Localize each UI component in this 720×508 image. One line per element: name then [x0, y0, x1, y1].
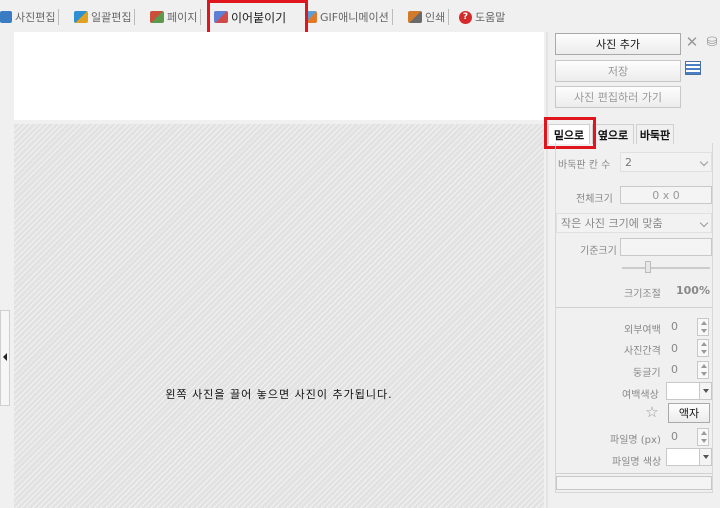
- chevron-down-icon: [699, 157, 709, 167]
- photo-gap-label: 사진간격: [624, 346, 661, 357]
- print-icon: [408, 11, 422, 23]
- fit-option-value: 작은 사진 크기에 맞춤: [561, 217, 663, 230]
- drop-canvas[interactable]: 왼쪽 사진을 끌어 놓으면 사진이 추가됩니다.: [14, 124, 544, 508]
- dropdown-arrow-icon: [699, 449, 711, 465]
- tab-label: 인쇄: [425, 11, 446, 24]
- outer-margin-value[interactable]: 0: [671, 320, 678, 333]
- tab-label: 페이지: [167, 11, 198, 24]
- dropdown-arrow-icon: [699, 383, 711, 399]
- tab-help[interactable]: ? 도움말: [459, 6, 505, 28]
- add-photo-button[interactable]: 사진 추가: [555, 33, 681, 55]
- status-field: [556, 476, 712, 490]
- help-icon: ?: [459, 10, 472, 24]
- scale-label: 크기조절: [624, 289, 661, 300]
- grid-cols-label: 바둑판 칸 수: [558, 160, 611, 171]
- page-icon: [150, 11, 164, 23]
- filename-px-label: 파일명 (px): [610, 435, 661, 446]
- tab-print[interactable]: 인쇄: [408, 6, 450, 28]
- trash-icon[interactable]: ⛁: [704, 33, 720, 51]
- x-icon[interactable]: ✕: [684, 33, 700, 51]
- grid-cols-select[interactable]: 2: [620, 152, 712, 172]
- chevron-down-icon: [699, 218, 709, 228]
- round-stepper[interactable]: [697, 361, 709, 379]
- save-button[interactable]: 저장: [555, 60, 681, 82]
- batch-edit-icon: [74, 11, 88, 23]
- photo-gap-stepper[interactable]: [697, 339, 709, 357]
- margin-color-picker[interactable]: [666, 382, 712, 400]
- go-edit-button[interactable]: 사진 편집하러 가기: [555, 86, 681, 108]
- total-size-label: 전체크기: [576, 194, 613, 205]
- photo-edit-icon: [0, 11, 12, 23]
- tab-gif-animation[interactable]: GIF애니메이션: [305, 6, 393, 28]
- tab-horizontal[interactable]: 옆으로: [592, 124, 634, 144]
- filename-color-label: 파일명 색상: [612, 457, 662, 468]
- tab-label: 사진편집: [15, 11, 56, 24]
- base-size-label: 기준크기: [580, 246, 617, 257]
- frame-button[interactable]: 액자: [668, 403, 710, 423]
- total-size-field: 0 x 0: [620, 186, 712, 204]
- tab-label: GIF애니메이션: [320, 11, 389, 24]
- filename-px-value[interactable]: 0: [671, 430, 678, 443]
- tab-grid[interactable]: 바둑판: [636, 124, 674, 144]
- arrow-left-icon: [3, 353, 7, 361]
- photo-gap-value[interactable]: 0: [671, 342, 678, 355]
- tab-photo-edit[interactable]: 사진편집: [0, 6, 60, 28]
- scale-slider-thumb[interactable]: [645, 261, 651, 273]
- drop-hint-text: 왼쪽 사진을 끌어 놓으면 사진이 추가됩니다.: [165, 388, 393, 401]
- pane-splitter[interactable]: [546, 32, 548, 508]
- base-size-field[interactable]: [620, 238, 712, 256]
- tab-label: 일괄편집: [91, 11, 132, 24]
- round-value[interactable]: 0: [671, 363, 678, 376]
- filename-color-picker[interactable]: [666, 448, 712, 466]
- divider: [556, 307, 712, 308]
- left-panel-toggle[interactable]: [0, 310, 10, 406]
- outer-margin-label: 외부여백: [624, 325, 661, 336]
- grid-cols-value: 2: [625, 155, 632, 169]
- thumbnail-strip[interactable]: [14, 32, 544, 120]
- tab-batch-edit[interactable]: 일괄편집: [74, 6, 136, 28]
- scale-slider-track[interactable]: [622, 267, 710, 269]
- divider: [556, 473, 712, 474]
- tab-page[interactable]: 페이지: [150, 6, 202, 28]
- outer-margin-stepper[interactable]: [697, 318, 709, 336]
- round-label: 둥글기: [633, 368, 661, 379]
- margin-color-label: 여백색상: [622, 390, 659, 401]
- fit-option-select[interactable]: 작은 사진 크기에 맞춤: [556, 213, 712, 233]
- filename-px-stepper[interactable]: [697, 428, 709, 446]
- tab-label: 도움말: [475, 11, 506, 24]
- star-icon[interactable]: ☆: [644, 403, 660, 421]
- scale-value: 100%: [676, 284, 710, 297]
- layout-list-icon[interactable]: [685, 61, 701, 75]
